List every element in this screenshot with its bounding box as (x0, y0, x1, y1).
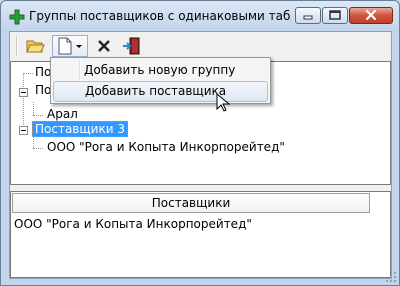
delete-icon (98, 40, 110, 52)
context-menu: Добавить новую группу Добавить поставщик… (50, 57, 271, 104)
toolbar (10, 32, 391, 60)
tree-collapse-icon[interactable] (19, 126, 28, 135)
toolbar-grip (16, 36, 18, 56)
minimize-button[interactable] (295, 7, 321, 24)
folder-open-icon (26, 40, 45, 53)
table-row[interactable]: ООО "Рога и Копыта Инкорпорейтед" (14, 216, 369, 233)
tree-connector (23, 73, 33, 74)
add-dropdown-button[interactable] (52, 35, 88, 57)
tree-connector (33, 102, 34, 115)
tree-connector (33, 148, 43, 149)
menu-item-add-group[interactable]: Добавить новую группу (53, 60, 268, 81)
window-title: Группы поставщиков с одинаковыми таблиц.… (29, 9, 291, 23)
menu-item-add-supplier[interactable]: Добавить поставщика (53, 81, 268, 102)
suppliers-grid[interactable]: Поставщики ООО "Рога и Копыта Инкорпорей… (10, 191, 391, 278)
resize-grip-icon[interactable] (385, 271, 397, 283)
new-document-icon (58, 37, 82, 55)
tree-item-selected[interactable]: Поставщики 3 (32, 121, 128, 137)
exit-door-icon (123, 37, 140, 55)
tree-collapse-icon[interactable] (19, 88, 28, 97)
app-icon (9, 9, 25, 25)
grid-column-header[interactable]: Поставщики (12, 193, 370, 213)
tree-item[interactable]: Арал (47, 107, 78, 121)
tree-connector (23, 73, 24, 133)
tree-item-label: Поставщики 3 (32, 121, 128, 137)
close-icon (365, 9, 377, 21)
app-window: Группы поставщиков с одинаковыми таблиц.… (0, 0, 400, 286)
chevron-down-icon (76, 45, 82, 48)
title-bar[interactable]: Группы поставщиков с одинаковыми таблиц.… (1, 1, 399, 31)
tree-item-label: Арал (47, 107, 78, 121)
tree-item[interactable]: ООО "Рога и Копыта Инкорпорейтед" (47, 140, 285, 154)
exit-button[interactable] (120, 35, 144, 57)
minimize-icon (303, 15, 313, 20)
delete-button[interactable] (92, 35, 116, 57)
close-button[interactable] (349, 7, 393, 24)
maximize-button[interactable] (322, 7, 348, 24)
maximize-icon (329, 10, 341, 20)
mouse-cursor-icon (216, 93, 231, 112)
open-button[interactable] (22, 35, 48, 57)
tree-item-label: ООО "Рога и Копыта Инкорпорейтед" (47, 140, 285, 154)
tree-connector (33, 115, 43, 116)
